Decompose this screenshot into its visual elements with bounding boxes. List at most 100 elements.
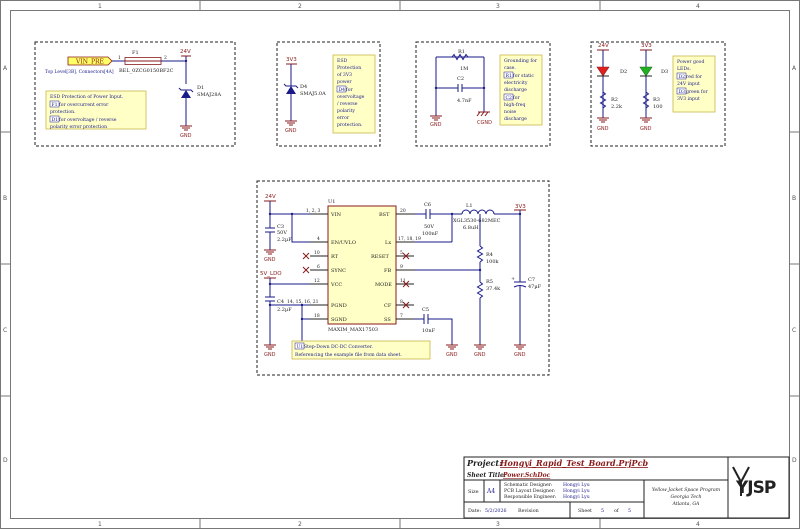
u1-num-vin: 1, 2, 3	[306, 208, 320, 214]
u1-num-sgnd: 18	[314, 313, 320, 319]
r4-ref: R4	[486, 252, 493, 258]
u1-pin-en-uvlo: EN/UVLO	[331, 240, 356, 246]
pcb-designer-label: PCB Layout Designer:	[504, 488, 556, 494]
r5-ref: R5	[486, 279, 493, 285]
esd-note-l1: ESD	[337, 58, 348, 64]
r2-val: 2.2k	[611, 104, 623, 110]
schematic-sheet: 1 2 3 4 1 2 3 4 A B C D A B C D VIN_PRE …	[0, 0, 800, 529]
vin-note-line3: protection.	[50, 109, 76, 115]
fuse-ref: F1	[132, 50, 139, 56]
frame-row-b-right: B	[792, 195, 796, 202]
revision-label: Revision	[518, 508, 539, 514]
r3-gnd-label: GND	[640, 126, 652, 132]
r3-val: 100	[653, 104, 663, 110]
org-line1: Yellow Jacket Space Program	[652, 487, 721, 493]
d3-ref: D3	[661, 69, 668, 75]
vin-note-tag1: F1	[52, 102, 58, 108]
esd-note-l8: polarity	[337, 108, 355, 114]
u1-num-fb: 9	[400, 264, 403, 270]
frame-row-c-right: C	[792, 327, 796, 334]
esd-note-l7: / reverse	[337, 101, 358, 107]
c2-val: 4.7nF	[457, 98, 472, 104]
ic-u1-ref: U1	[328, 199, 335, 205]
d1-part: SMAJ28A	[197, 92, 222, 98]
l1-val: 6.8uH	[463, 225, 479, 231]
c2-ref: C2	[457, 76, 464, 82]
d4-ref: D4	[300, 84, 307, 90]
frame-col-1-bottom: 1	[98, 521, 102, 528]
frame-col-3-top: 3	[496, 3, 500, 10]
u1-num-rt: 10	[314, 250, 320, 256]
buck-5vldo-net-label: 5V_LDO	[260, 271, 282, 277]
sheet-title: Power.SchDoc	[502, 472, 551, 479]
c7-val: 47µF	[528, 284, 542, 290]
r4-val: 100k	[486, 259, 500, 265]
led-note-tag2: D3	[679, 89, 686, 95]
sheet-title-label: Sheet Title:	[467, 472, 506, 479]
vin-pre-port-label: VIN_PRE	[75, 59, 104, 66]
buck-3v3-net-label: 3V3	[515, 204, 526, 210]
esd-note-l10: protection.	[337, 122, 363, 128]
project-label: Project:	[466, 458, 502, 468]
led-note-l4: 24V input	[677, 81, 700, 87]
engineer: Hongyi Lyu	[563, 494, 590, 500]
u1-num-vcc: 12	[314, 278, 320, 284]
ground-note-l6: for	[513, 95, 520, 101]
r3-ref: R3	[653, 97, 660, 103]
d4-part: SMAJ5.0A	[300, 91, 326, 97]
date-label: Date:	[468, 508, 481, 514]
buck-note-l2: Referencing the example file from data s…	[295, 352, 402, 358]
u1-pin-ss: SS	[384, 317, 391, 323]
r5-gnd-label: GND	[474, 352, 486, 358]
pcb-designer: Hongyi Lyu	[563, 488, 590, 494]
org-line3: Atlanta, GA	[672, 501, 700, 507]
frame-col-4-top: 4	[696, 3, 700, 10]
c3-val: 2.2µF	[277, 237, 292, 243]
led-note-l1: Power good	[677, 59, 704, 65]
u1-num-sync: 6	[317, 264, 320, 270]
esd-3v3-net-label: 3V3	[286, 57, 297, 63]
frame-col-2-top: 2	[298, 3, 302, 10]
buck-24v-net-label: 24V	[265, 194, 276, 200]
c3-gnd-label: GND	[264, 257, 276, 263]
size-value: A4	[486, 488, 495, 495]
c7-gnd-label: GND	[514, 352, 526, 358]
fuse-pin2: 2	[164, 55, 167, 61]
grounding-gnd-label: GND	[430, 122, 442, 128]
ground-note-tag2: C2	[506, 95, 513, 101]
chassis-gnd-label: CGND	[477, 120, 492, 126]
r2-gnd-label: GND	[597, 126, 609, 132]
engineer-label: Responsible Engineer:	[504, 494, 557, 500]
u1-num-pgnd: 14, 15, 16, 21	[287, 299, 319, 305]
esd-note-l3: of 3V3	[337, 72, 352, 78]
frame-row-b-left: B	[3, 195, 7, 202]
c6-ref: C6	[424, 202, 431, 208]
fuse-pin1: 1	[118, 55, 121, 61]
c4-val: 2.2µF	[277, 307, 292, 313]
u1-pin-mode: MODE	[375, 282, 392, 288]
r5-val: 37.4k	[486, 286, 501, 292]
vin-note-line2: for overcurrent error	[59, 102, 109, 108]
u1-num-en: 4	[317, 236, 320, 242]
c5-ref: C5	[422, 307, 429, 313]
led-note-tag1: D2	[679, 74, 686, 80]
led-net1-label: 24V	[598, 43, 609, 49]
vin-note-line1: ESD Protection of Power Input.	[50, 94, 124, 100]
c3-volt: 50V	[277, 230, 287, 236]
ground-note-l8: noise	[504, 109, 517, 115]
u1-num-ss: 7	[400, 313, 403, 319]
c6-val: 100nF	[422, 231, 439, 237]
ic-u1-part: MAXIM_MAX17503	[328, 327, 378, 333]
u1-pin-reset: RESET	[371, 254, 389, 260]
svg-text:+: +	[511, 276, 515, 282]
vin-note-tag2: D1	[52, 117, 59, 123]
vin-24v-net-label: 24V	[180, 49, 191, 55]
esd-note-l9: error	[337, 116, 350, 121]
u1-pin-cf: CF	[384, 303, 392, 309]
u1-pin-fb: FB	[384, 268, 391, 274]
r2-ref: R2	[611, 97, 618, 103]
sheet-num-label: Sheet	[578, 508, 592, 514]
r1-ref: R1	[458, 49, 465, 55]
date-value: 5/2/2026	[485, 508, 507, 514]
sheet-total: 5	[628, 508, 631, 514]
